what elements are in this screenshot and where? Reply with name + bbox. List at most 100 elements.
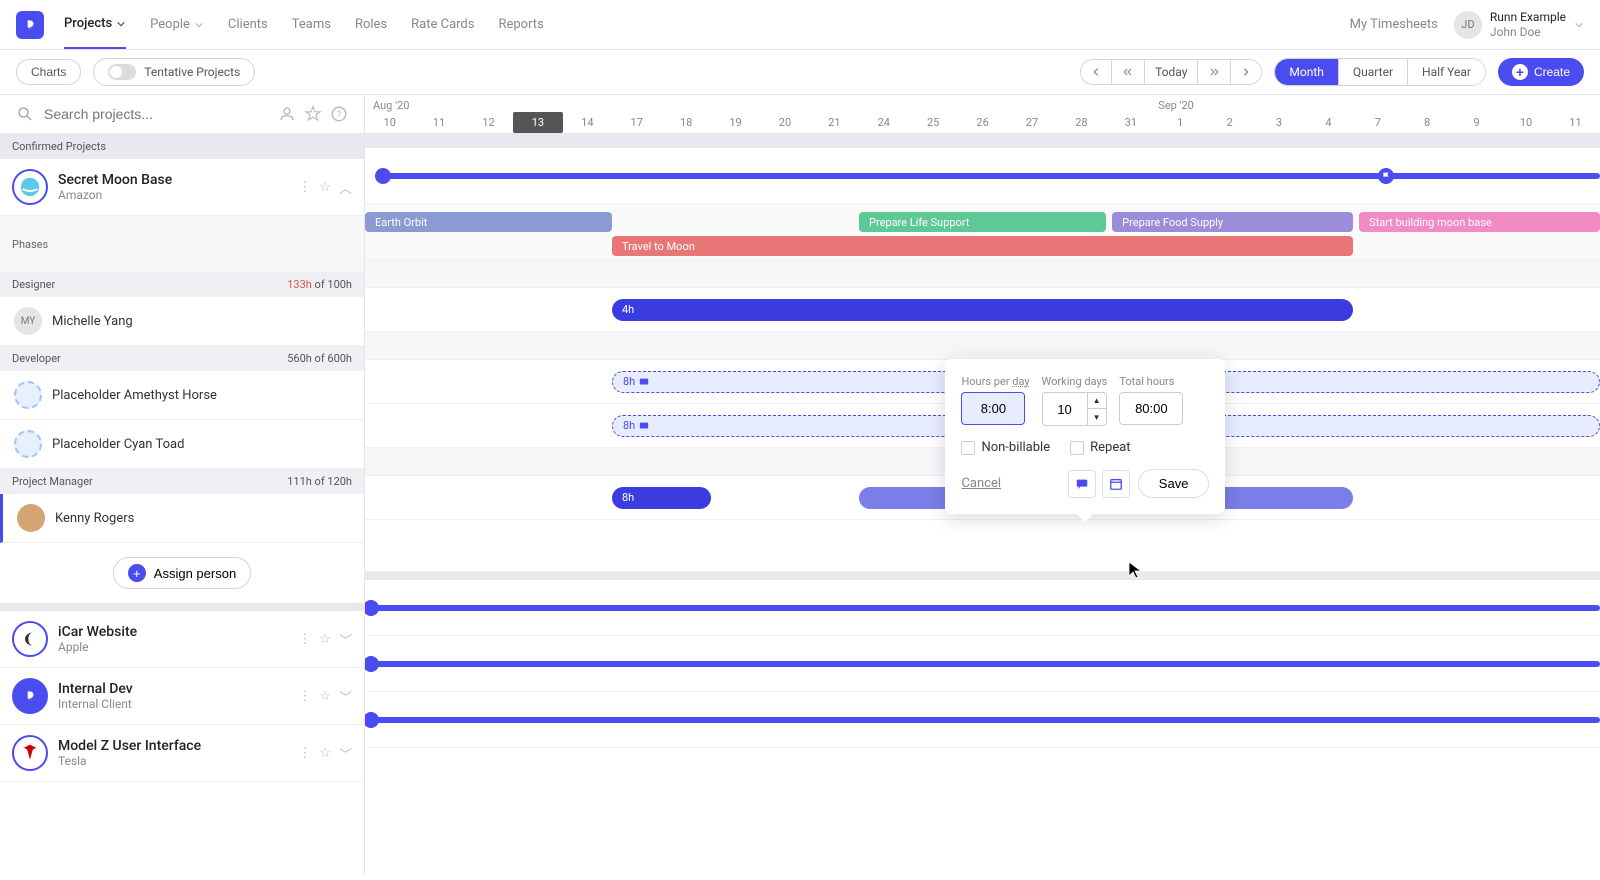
timeline-project-row[interactable]: [365, 692, 1600, 748]
person-row-kenny[interactable]: Kenny Rogers: [0, 494, 364, 543]
day-cell[interactable]: 21: [810, 112, 859, 133]
allocation-bar[interactable]: 4h: [612, 299, 1353, 321]
day-cell[interactable]: 13: [513, 112, 562, 133]
hours-per-day-input[interactable]: [961, 392, 1025, 425]
day-cell[interactable]: 18: [661, 112, 710, 133]
period-quarter[interactable]: Quarter: [1339, 59, 1408, 85]
timeline[interactable]: Aug '20 Sep '20 101112131417181920212425…: [365, 95, 1600, 875]
note-button[interactable]: [1068, 470, 1096, 498]
allocation-bar[interactable]: 8h: [612, 487, 711, 509]
day-cell[interactable]: 10: [1501, 112, 1550, 133]
timeline-person-row[interactable]: 4h: [365, 288, 1600, 332]
star-icon[interactable]: ☆: [319, 180, 331, 195]
search-input[interactable]: [44, 106, 268, 122]
nav-teams[interactable]: Teams: [292, 0, 331, 49]
day-cell[interactable]: 9: [1452, 112, 1501, 133]
more-icon[interactable]: ⋮: [298, 180, 311, 195]
nav-roles[interactable]: Roles: [355, 0, 387, 49]
day-cell[interactable]: 11: [414, 112, 463, 133]
nav-clients[interactable]: Clients: [228, 0, 268, 49]
expand-icon[interactable]: ﹀: [339, 744, 352, 763]
project-row-modelz[interactable]: Model Z User Interface Tesla ⋮☆﹀: [0, 725, 364, 782]
timeline-role-row: [365, 260, 1600, 288]
day-cell[interactable]: 31: [1106, 112, 1155, 133]
day-cell[interactable]: 27: [1007, 112, 1056, 133]
period-month[interactable]: Month: [1275, 59, 1338, 85]
project-row-icar[interactable]: iCar Website Apple ⋮☆﹀: [0, 611, 364, 668]
nav-projects[interactable]: Projects: [64, 0, 126, 49]
day-cell[interactable]: 14: [563, 112, 612, 133]
phase-food-supply[interactable]: Prepare Food Supply: [1112, 212, 1353, 232]
phase-life-support[interactable]: Prepare Life Support: [859, 212, 1106, 232]
collapse-icon[interactable]: ︿: [339, 178, 352, 197]
toggle-switch[interactable]: [108, 64, 136, 80]
day-cell[interactable]: 10: [365, 112, 414, 133]
app-logo[interactable]: [16, 11, 44, 39]
day-cell[interactable]: 12: [464, 112, 513, 133]
day-cell[interactable]: 2: [1205, 112, 1254, 133]
star-filter-icon[interactable]: [304, 105, 322, 123]
working-days-input[interactable]: [1042, 392, 1088, 426]
phase-build-base[interactable]: Start building moon base: [1359, 212, 1600, 232]
timeline-phases-row[interactable]: Earth Orbit Prepare Life Support Prepare…: [365, 204, 1600, 260]
repeat-checkbox[interactable]: Repeat: [1070, 440, 1130, 455]
tentative-toggle[interactable]: Tentative Projects: [93, 58, 255, 86]
project-row-internal[interactable]: Internal Dev Internal Client ⋮☆﹀: [0, 668, 364, 725]
cancel-link[interactable]: Cancel: [961, 476, 1001, 491]
more-icon[interactable]: ⋮: [298, 632, 311, 647]
phase-travel-moon[interactable]: Travel to Moon: [612, 236, 1353, 256]
person-row-michelle[interactable]: MY Michelle Yang: [0, 297, 364, 346]
prev-fast-button[interactable]: [1112, 60, 1145, 84]
day-cell[interactable]: 1: [1156, 112, 1205, 133]
calendar-button[interactable]: [1102, 470, 1130, 498]
nav-rate-cards[interactable]: Rate Cards: [411, 0, 474, 49]
day-cell[interactable]: 3: [1254, 112, 1303, 133]
person-row-cyan[interactable]: Placeholder Cyan Toad: [0, 420, 364, 469]
day-cell[interactable]: 17: [612, 112, 661, 133]
star-icon[interactable]: ☆: [319, 746, 331, 761]
assign-person-button[interactable]: + Assign person: [113, 557, 251, 589]
nav-people[interactable]: People: [150, 0, 204, 49]
timeline-project-row[interactable]: [365, 580, 1600, 636]
help-icon[interactable]: ?: [330, 105, 348, 123]
person-filter-icon[interactable]: [278, 105, 296, 123]
day-cell[interactable]: 28: [1057, 112, 1106, 133]
create-button[interactable]: + Create: [1498, 58, 1584, 86]
day-cell[interactable]: 8: [1403, 112, 1452, 133]
timeline-project-row[interactable]: [365, 636, 1600, 692]
milestone-flag-icon[interactable]: [1378, 168, 1394, 184]
stepper-up-icon[interactable]: ▲: [1088, 393, 1106, 409]
person-row-amethyst[interactable]: Placeholder Amethyst Horse: [0, 371, 364, 420]
user-menu[interactable]: JD Runn Example John Doe: [1454, 10, 1584, 39]
stepper-down-icon[interactable]: ▼: [1088, 409, 1106, 425]
nonbillable-checkbox[interactable]: Non-billable: [961, 440, 1050, 455]
day-cell[interactable]: 25: [908, 112, 957, 133]
my-timesheets-link[interactable]: My Timesheets: [1350, 17, 1438, 32]
day-cell[interactable]: 4: [1304, 112, 1353, 133]
more-icon[interactable]: ⋮: [298, 746, 311, 761]
total-hours-input[interactable]: [1119, 392, 1183, 425]
star-icon[interactable]: ☆: [319, 689, 331, 704]
nav-reports[interactable]: Reports: [498, 0, 543, 49]
day-cell[interactable]: 24: [859, 112, 908, 133]
expand-icon[interactable]: ﹀: [339, 687, 352, 706]
prev-button[interactable]: [1081, 60, 1112, 84]
working-days-stepper[interactable]: ▲ ▼: [1042, 392, 1108, 426]
next-button[interactable]: [1231, 60, 1261, 84]
next-fast-button[interactable]: [1198, 60, 1231, 84]
day-cell[interactable]: 11: [1551, 112, 1600, 133]
project-row-moon[interactable]: Secret Moon Base Amazon ⋮ ☆ ︿: [0, 159, 364, 216]
charts-button[interactable]: Charts: [16, 59, 81, 85]
day-cell[interactable]: 26: [958, 112, 1007, 133]
day-cell[interactable]: 7: [1353, 112, 1402, 133]
more-icon[interactable]: ⋮: [298, 689, 311, 704]
phase-earth-orbit[interactable]: Earth Orbit: [365, 212, 612, 232]
save-button[interactable]: Save: [1138, 469, 1210, 498]
expand-icon[interactable]: ﹀: [339, 630, 352, 649]
today-button[interactable]: Today: [1145, 60, 1198, 84]
timeline-project-row[interactable]: [365, 148, 1600, 204]
day-cell[interactable]: 19: [711, 112, 760, 133]
day-cell[interactable]: 20: [760, 112, 809, 133]
star-icon[interactable]: ☆: [319, 632, 331, 647]
period-half-year[interactable]: Half Year: [1408, 59, 1485, 85]
